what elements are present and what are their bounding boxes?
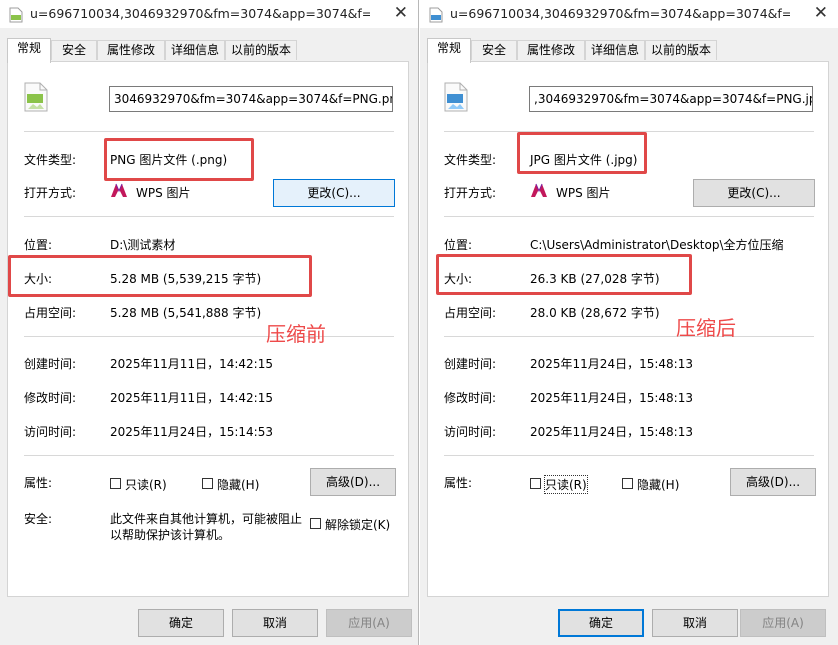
divider bbox=[444, 336, 814, 337]
apply-button[interactable]: 应用(A) bbox=[326, 609, 412, 637]
disk-size-value: 5.28 MB (5,541,888 字节) bbox=[110, 306, 262, 320]
modified-label: 修改时间: bbox=[24, 391, 77, 405]
modified-value: 2025年11月11日，14:42:15 bbox=[110, 391, 273, 405]
title-bar: u=696710034,3046932970&fm=3074&app=3074&… bbox=[0, 0, 418, 28]
open-with-label: 打开方式: bbox=[444, 186, 497, 200]
tab-security[interactable]: 安全 bbox=[471, 40, 517, 60]
jpg-file-icon bbox=[443, 82, 469, 115]
attributes-label: 属性: bbox=[24, 476, 53, 490]
advanced-button[interactable]: 高级(D)... bbox=[310, 468, 396, 496]
png-file-icon bbox=[9, 7, 23, 26]
wps-icon bbox=[110, 182, 128, 201]
location-value: C:\Users\Administrator\Desktop\全方位压缩 bbox=[530, 238, 784, 252]
divider bbox=[24, 455, 394, 456]
tab-attribute-modify[interactable]: 属性修改 bbox=[517, 40, 585, 60]
divider bbox=[24, 216, 394, 217]
filename-input[interactable]: ,3046932970&fm=3074&app=3074&f=PNG.jpg bbox=[529, 86, 813, 112]
open-with-app: WPS 图片 bbox=[556, 186, 611, 200]
highlight-size bbox=[8, 255, 312, 297]
created-label: 创建时间: bbox=[444, 357, 497, 371]
file-type-label: 文件类型: bbox=[24, 153, 77, 167]
accessed-value: 2025年11月24日，15:14:53 bbox=[110, 425, 273, 439]
disk-size-label: 占用空间: bbox=[24, 306, 77, 320]
divider bbox=[24, 336, 394, 337]
properties-dialog-before: u=696710034,3046932970&fm=3074&app=3074&… bbox=[0, 0, 418, 645]
disk-size-label: 占用空间: bbox=[444, 306, 497, 320]
file-type-label: 文件类型: bbox=[444, 153, 497, 167]
attributes-label: 属性: bbox=[444, 476, 473, 490]
security-label: 安全: bbox=[24, 512, 53, 526]
title-bar: u=696710034,3046932970&fm=3074&app=3074&… bbox=[420, 0, 838, 28]
tab-general[interactable]: 常规 bbox=[427, 38, 471, 63]
divider bbox=[444, 455, 814, 456]
location-label: 位置: bbox=[444, 238, 473, 252]
divider bbox=[444, 216, 814, 217]
highlight-file-type bbox=[104, 138, 254, 181]
hidden-label: 隐藏(H) bbox=[217, 478, 260, 492]
cancel-button[interactable]: 取消 bbox=[232, 609, 318, 637]
png-file-icon bbox=[23, 82, 49, 115]
modified-value: 2025年11月24日，15:48:13 bbox=[530, 391, 693, 405]
accessed-label: 访问时间: bbox=[444, 425, 497, 439]
accessed-label: 访问时间: bbox=[24, 425, 77, 439]
highlight-size bbox=[436, 254, 692, 295]
jpg-file-icon bbox=[429, 7, 443, 26]
properties-dialog-after: u=696710034,3046932970&fm=3074&app=3074&… bbox=[420, 0, 838, 645]
wps-icon bbox=[530, 182, 548, 201]
tab-previous-versions[interactable]: 以前的版本 bbox=[225, 40, 297, 60]
hidden-checkbox[interactable] bbox=[622, 478, 633, 489]
ok-button[interactable]: 确定 bbox=[558, 609, 644, 637]
ok-button[interactable]: 确定 bbox=[138, 609, 224, 637]
tab-general[interactable]: 常规 bbox=[7, 38, 51, 63]
created-value: 2025年11月11日，14:42:15 bbox=[110, 357, 273, 371]
open-with-app: WPS 图片 bbox=[136, 186, 191, 200]
unblock-label: 解除锁定(K) bbox=[325, 518, 391, 532]
filename-input[interactable]: 3046932970&fm=3074&app=3074&f=PNG.png bbox=[109, 86, 393, 112]
hidden-checkbox[interactable] bbox=[202, 478, 213, 489]
disk-size-value: 28.0 KB (28,672 字节) bbox=[530, 306, 660, 320]
window-title: u=696710034,3046932970&fm=3074&app=3074&… bbox=[30, 6, 370, 21]
open-with-label: 打开方式: bbox=[24, 186, 77, 200]
security-text-line1: 此文件来自其他计算机，可能被阻止 bbox=[110, 512, 303, 526]
readonly-checkbox[interactable] bbox=[530, 478, 541, 489]
apply-button[interactable]: 应用(A) bbox=[740, 609, 826, 637]
readonly-label: 只读(R) bbox=[544, 475, 588, 494]
change-button[interactable]: 更改(C)... bbox=[273, 179, 395, 207]
close-icon[interactable]: ✕ bbox=[814, 3, 828, 23]
tab-previous-versions[interactable]: 以前的版本 bbox=[645, 40, 717, 60]
location-label: 位置: bbox=[24, 238, 53, 252]
close-icon[interactable]: ✕ bbox=[394, 3, 408, 23]
accessed-value: 2025年11月24日，15:48:13 bbox=[530, 425, 693, 439]
cancel-button[interactable]: 取消 bbox=[652, 609, 738, 637]
tab-details[interactable]: 详细信息 bbox=[165, 40, 225, 60]
tab-details[interactable]: 详细信息 bbox=[585, 40, 645, 60]
highlight-file-type bbox=[517, 132, 647, 174]
annotation-before: 压缩前 bbox=[266, 322, 326, 346]
unblock-checkbox[interactable] bbox=[310, 518, 321, 529]
readonly-label: 只读(R) bbox=[125, 478, 167, 492]
tab-security[interactable]: 安全 bbox=[51, 40, 97, 60]
hidden-label: 隐藏(H) bbox=[637, 478, 680, 492]
modified-label: 修改时间: bbox=[444, 391, 497, 405]
window-title: u=696710034,3046932970&fm=3074&app=3074&… bbox=[450, 6, 790, 21]
divider bbox=[24, 131, 394, 132]
readonly-checkbox[interactable] bbox=[110, 478, 121, 489]
location-value: D:\测试素材 bbox=[110, 238, 176, 252]
created-value: 2025年11月24日，15:48:13 bbox=[530, 357, 693, 371]
advanced-button[interactable]: 高级(D)... bbox=[730, 468, 816, 496]
annotation-after: 压缩后 bbox=[676, 316, 736, 340]
security-text-line2: 以帮助保护该计算机。 bbox=[110, 528, 231, 542]
created-label: 创建时间: bbox=[24, 357, 77, 371]
change-button[interactable]: 更改(C)... bbox=[693, 179, 815, 207]
tab-attribute-modify[interactable]: 属性修改 bbox=[97, 40, 165, 60]
